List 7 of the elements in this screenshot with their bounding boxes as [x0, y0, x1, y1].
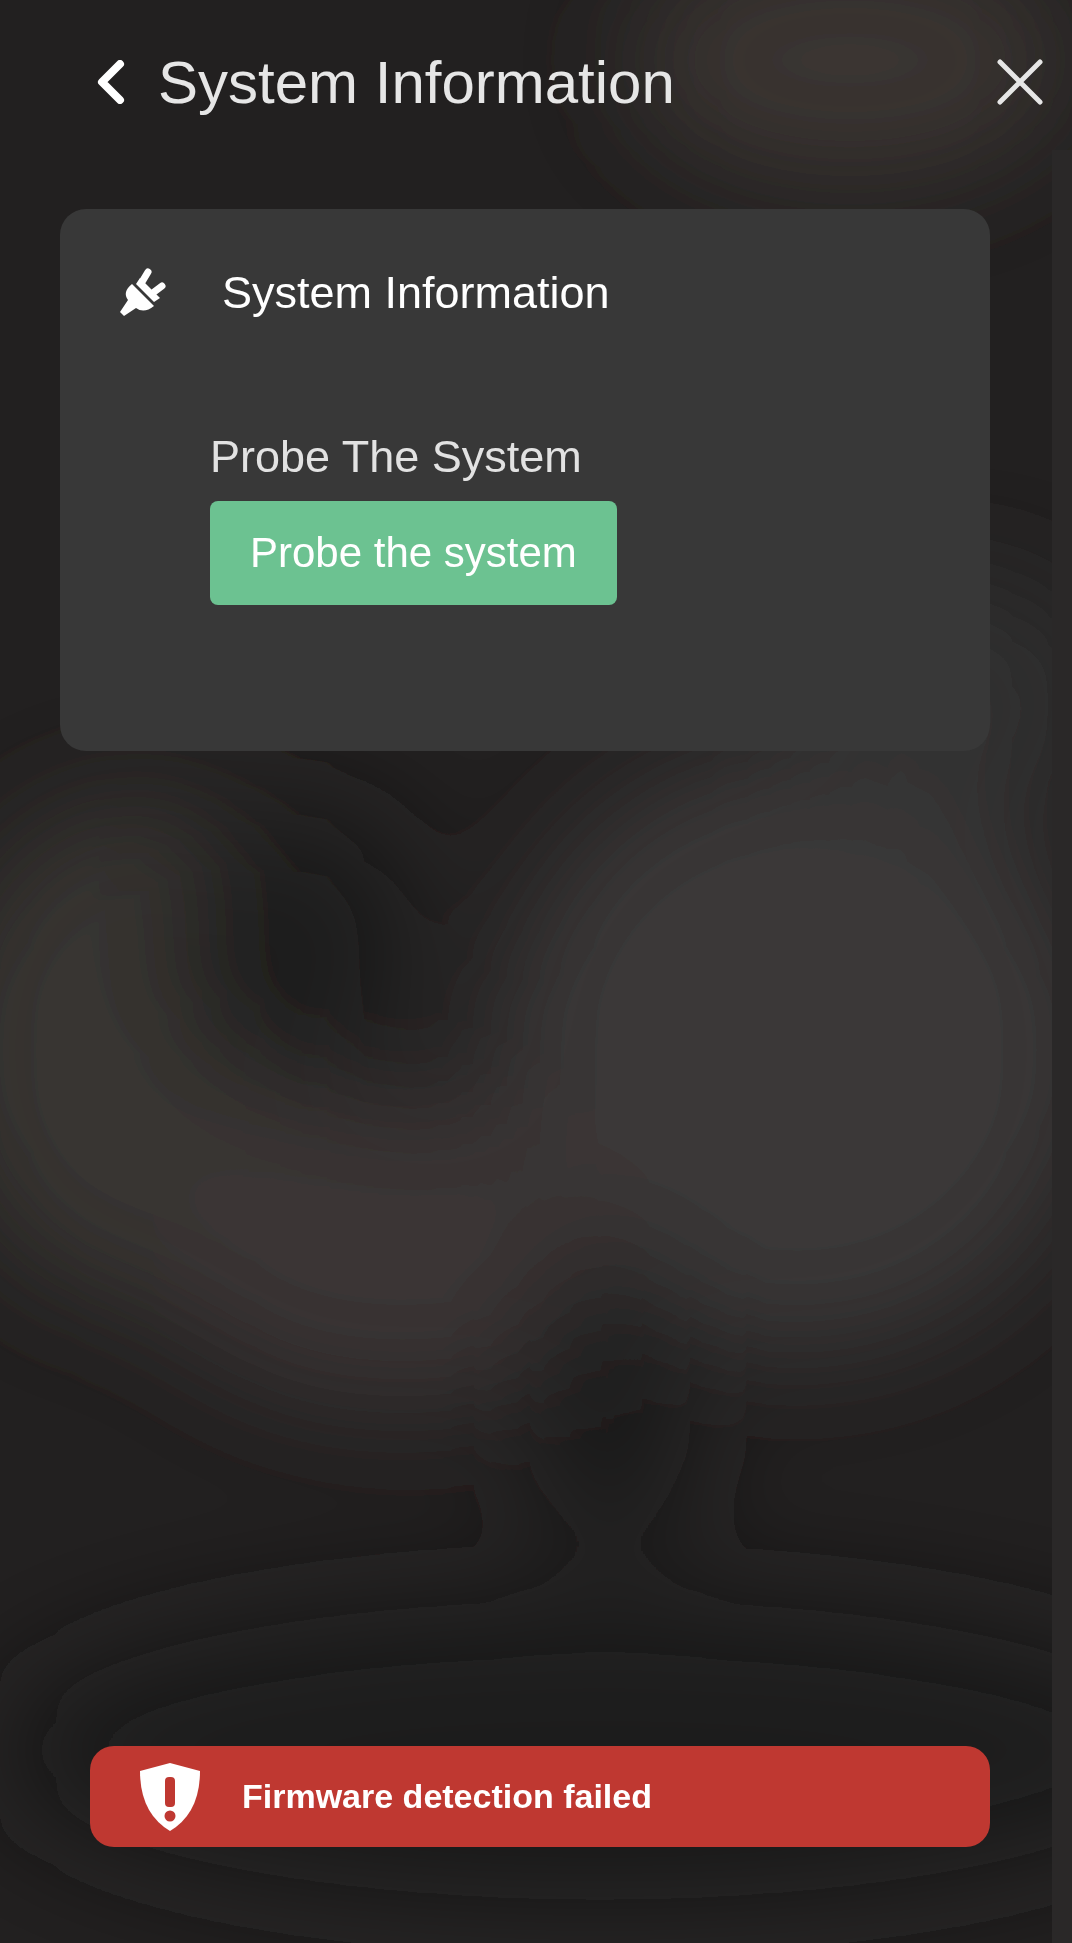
page-title: System Information	[158, 47, 676, 117]
card-title: System Information	[222, 267, 610, 319]
toast-message: Firmware detection failed	[242, 1777, 652, 1816]
probe-button[interactable]: Probe the system	[210, 501, 617, 605]
section-label: Probe The System	[210, 431, 583, 483]
close-button[interactable]	[996, 58, 1044, 106]
close-icon	[996, 58, 1044, 106]
